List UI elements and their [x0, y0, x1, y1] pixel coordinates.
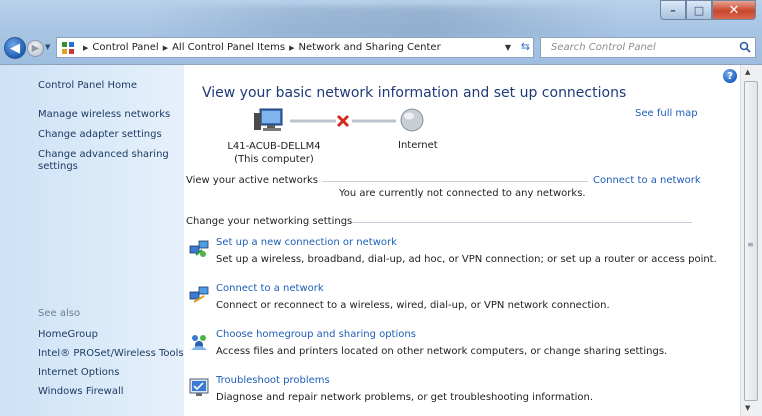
scroll-up-arrow-icon[interactable]: ▲	[745, 68, 750, 76]
computer-subtitle: (This computer)	[234, 154, 314, 165]
breadcrumb-chevron-icon[interactable]: ▶	[163, 44, 168, 52]
change-adapter-settings-link[interactable]: Change adapter settings	[38, 129, 162, 141]
page-title: View your basic network information and …	[202, 85, 627, 101]
computer-label: L41-ACUB-DELLM4 (This computer)	[224, 140, 324, 166]
network-setup-icon	[189, 240, 209, 257]
network-map	[254, 108, 424, 132]
back-button[interactable]: ◀	[4, 37, 26, 59]
not-connected-message: You are currently not connected to any n…	[339, 188, 586, 199]
breadcrumb-chevron-icon[interactable]: ▶	[83, 44, 88, 52]
divider	[352, 222, 692, 223]
breadcrumb-network-sharing[interactable]: Network and Sharing Center	[299, 42, 441, 53]
forward-arrow-icon: ▶	[31, 43, 40, 54]
search-icon[interactable]	[739, 41, 751, 53]
help-icon[interactable]: ?	[723, 69, 737, 83]
forward-button[interactable]: ▶	[27, 40, 44, 57]
task-connect-network: Connect to a network Connect or reconnec…	[189, 282, 610, 312]
breadcrumb-chevron-icon[interactable]: ▶	[289, 44, 294, 52]
connect-network-description: Connect or reconnect to a wireless, wire…	[216, 300, 610, 311]
maximize-button[interactable]: □	[686, 0, 712, 20]
change-advanced-sharing-link[interactable]: Change advanced sharing	[38, 149, 169, 161]
troubleshoot-description: Diagnose and repair network problems, or…	[216, 392, 594, 403]
scroll-down-arrow-icon[interactable]: ▼	[745, 404, 750, 412]
internet-globe-icon[interactable]	[400, 108, 424, 132]
homegroup-sharing-description: Access files and printers located on oth…	[216, 346, 668, 357]
connect-network-link[interactable]: Connect to a network	[216, 282, 610, 295]
navigation-bar: ◀ ▶ ▼ ▶ Control Panel ▶ All Control Pane…	[0, 36, 762, 62]
networking-settings-heading: Change your networking settings	[186, 216, 353, 227]
change-advanced-sharing-link-line2[interactable]: settings	[38, 161, 78, 173]
see-also-heading: See also	[38, 308, 81, 319]
vertical-scrollbar[interactable]: ▲ ≡ ▼	[740, 65, 762, 416]
divider	[322, 181, 588, 182]
troubleshoot-icon	[189, 378, 209, 396]
search-box	[540, 37, 756, 58]
address-dropdown-icon[interactable]: ▼	[505, 43, 511, 52]
setup-connection-description: Set up a wireless, broadband, dial-up, a…	[216, 254, 717, 265]
control-panel-home-link[interactable]: Control Panel Home	[38, 80, 137, 92]
recent-pages-dropdown[interactable]: ▼	[45, 43, 50, 51]
troubleshoot-link[interactable]: Troubleshoot problems	[216, 374, 593, 387]
breadcrumb-control-panel[interactable]: Control Panel	[92, 42, 158, 53]
back-arrow-icon: ◀	[10, 40, 20, 56]
scrollbar-grip-icon: ≡	[747, 240, 754, 249]
window-controls: – □ ✕	[660, 0, 756, 20]
close-button[interactable]: ✕	[712, 0, 756, 20]
internet-options-link[interactable]: Internet Options	[38, 367, 119, 379]
connect-to-network-link[interactable]: Connect to a network	[593, 175, 701, 186]
scrollbar-thumb[interactable]: ≡	[744, 81, 758, 401]
homegroup-icon	[191, 335, 207, 350]
task-troubleshoot: Troubleshoot problems Diagnose and repai…	[189, 374, 594, 404]
window-content: Control Panel Home Manage wireless netwo…	[0, 64, 762, 416]
internet-label: Internet	[398, 140, 438, 151]
homegroup-sharing-link[interactable]: Choose homegroup and sharing options	[216, 328, 667, 341]
title-bar-background	[150, 6, 620, 38]
intel-proset-link[interactable]: Intel® PROSet/Wireless Tools	[38, 348, 184, 360]
task-setup-connection: Set up a new connection or network Set u…	[189, 236, 717, 266]
computer-icon[interactable]	[254, 108, 283, 131]
refresh-icon[interactable]: ⇆	[521, 40, 530, 53]
minimize-button[interactable]: –	[660, 0, 686, 20]
task-homegroup: Choose homegroup and sharing options Acc…	[191, 328, 668, 358]
breadcrumb-all-items[interactable]: All Control Panel Items	[172, 42, 285, 53]
homegroup-link[interactable]: HomeGroup	[38, 329, 98, 341]
address-bar[interactable]: ▶ Control Panel ▶ All Control Panel Item…	[56, 37, 534, 58]
connect-network-icon	[189, 286, 209, 303]
setup-connection-link[interactable]: Set up a new connection or network	[216, 236, 717, 249]
main-panel: View your basic network information and …	[184, 65, 740, 416]
windows-firewall-link[interactable]: Windows Firewall	[38, 386, 124, 398]
search-input[interactable]	[549, 41, 733, 54]
see-full-map-link[interactable]: See full map	[635, 108, 698, 119]
control-panel-icon	[62, 41, 74, 54]
disconnected-x-icon[interactable]	[336, 114, 350, 128]
sidebar: Control Panel Home Manage wireless netwo…	[0, 65, 184, 416]
manage-wireless-networks-link[interactable]: Manage wireless networks	[38, 109, 170, 121]
computer-name: L41-ACUB-DELLM4	[227, 141, 321, 152]
